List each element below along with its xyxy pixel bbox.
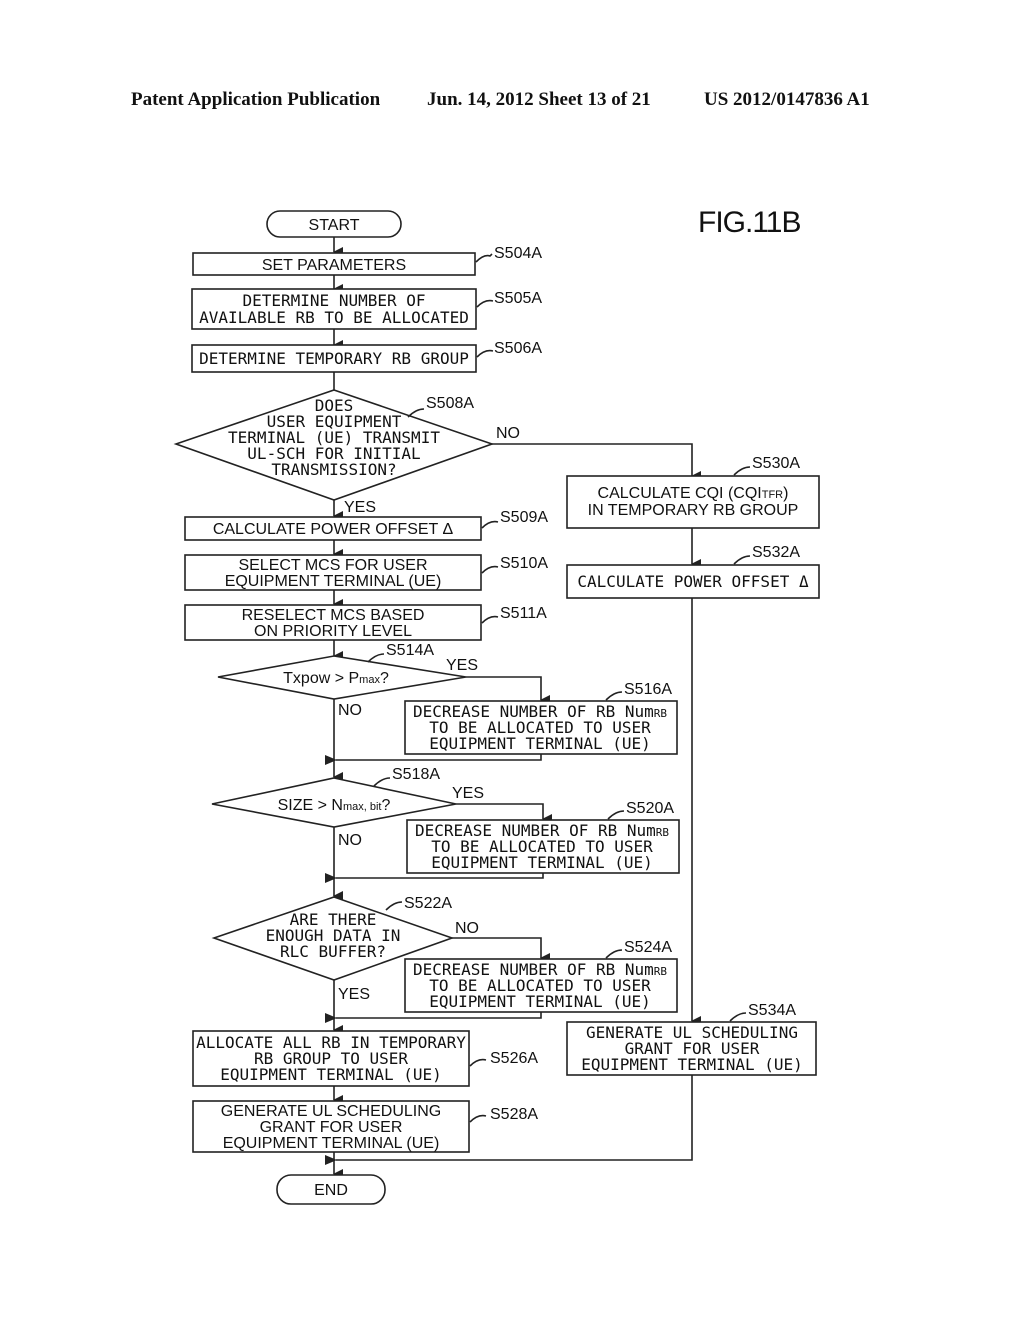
decision-s508a: DOES USER EQUIPMENT TERMINAL (UE) TRANSM… xyxy=(173,389,520,516)
callout-s516a xyxy=(605,691,623,701)
step-s511a-id: S511A xyxy=(500,605,547,622)
decision-s508a-id: S508A xyxy=(426,395,474,412)
decision-s522a-line3: RLC BUFFER? xyxy=(280,942,386,961)
step-s504a-text: SET PARAMETERS xyxy=(262,257,406,274)
step-s506a: DETERMINE TEMPORARY RB GROUP S506A xyxy=(191,340,542,373)
callout-s528a xyxy=(469,1114,487,1123)
callout-s504a xyxy=(475,253,493,263)
step-s511a-line2: ON PRIORITY LEVEL xyxy=(254,623,412,640)
step-s510a-line2: EQUIPMENT TERMINAL (UE) xyxy=(225,573,442,590)
step-s534a-line3: EQUIPMENT TERMINAL (UE) xyxy=(581,1055,803,1074)
step-s528a-line3: EQUIPMENT TERMINAL (UE) xyxy=(223,1135,440,1152)
arrow-s516a-return xyxy=(325,754,542,765)
decision-s518a-id: S518A xyxy=(392,766,440,783)
step-s530a: CALCULATE CQI (CQITFR) IN TEMPORARY RB G… xyxy=(566,455,820,529)
start-terminal: START xyxy=(266,210,402,238)
step-s509a-id: S509A xyxy=(500,509,548,526)
decision-s522a-yes-label: YES xyxy=(338,986,370,1003)
step-s526a-line3: EQUIPMENT TERMINAL (UE) xyxy=(220,1065,442,1084)
step-s528a: GENERATE UL SCHEDULING GRANT FOR USER EQ… xyxy=(192,1100,538,1153)
end-terminal: END xyxy=(276,1174,386,1205)
step-s520a-line3: EQUIPMENT TERMINAL (UE) xyxy=(431,853,653,872)
decision-s518a-no-label: NO xyxy=(338,832,362,849)
step-s528a-id: S528A xyxy=(490,1106,538,1123)
step-s530a-line1: CALCULATE CQI (CQITFR) xyxy=(598,485,789,502)
callout-s530a xyxy=(733,466,751,476)
callout-s520a xyxy=(607,810,625,820)
callout-s526a xyxy=(469,1058,487,1067)
step-s524a-line3: EQUIPMENT TERMINAL (UE) xyxy=(429,992,651,1011)
decision-s514a-id: S514A xyxy=(386,642,434,659)
step-s505a-id: S505A xyxy=(494,290,542,307)
step-s532a-id: S532A xyxy=(752,544,800,561)
decision-s508a-line5: TRANSMISSION? xyxy=(271,460,396,479)
arrow-s522a-no xyxy=(452,937,550,963)
callout-s518a xyxy=(373,777,391,787)
step-s504a: SET PARAMETERS S504A xyxy=(192,245,542,276)
step-s532a: CALCULATE POWER OFFSET Δ S532A xyxy=(566,544,820,599)
step-s510a-line1: SELECT MCS FOR USER xyxy=(238,557,427,574)
decision-s508a-yes-label: YES xyxy=(344,499,376,516)
end-label: END xyxy=(314,1182,348,1199)
decision-s522a-id: S522A xyxy=(404,895,452,912)
step-s505a-line2: AVAILABLE RB TO BE ALLOCATED xyxy=(199,308,469,327)
step-s511a-line1: RESELECT MCS BASED xyxy=(242,607,425,624)
step-s510a-id: S510A xyxy=(500,555,548,572)
step-s505a: DETERMINE NUMBER OF AVAILABLE RB TO BE A… xyxy=(191,288,542,330)
arrow-s508a-no xyxy=(492,443,701,481)
callout-s508a xyxy=(407,408,425,418)
callout-s510a xyxy=(481,565,499,574)
decision-s518a-yes-label: YES xyxy=(452,785,484,802)
arrow-s524a-return xyxy=(325,1012,542,1023)
step-s526a: ALLOCATE ALL RB IN TEMPORARY RB GROUP TO… xyxy=(192,1030,538,1087)
step-s524a-id: S524A xyxy=(624,939,672,956)
arrow-s514a-yes xyxy=(466,676,550,705)
callout-s532a xyxy=(733,555,751,565)
arrow-s518a-yes xyxy=(456,803,552,824)
step-s530a-id: S530A xyxy=(752,455,800,472)
callout-s514a xyxy=(367,653,385,663)
decision-s514a-no-label: NO xyxy=(338,702,362,719)
step-s510a: SELECT MCS FOR USER EQUIPMENT TERMINAL (… xyxy=(184,554,548,591)
decision-s514a-yes-label: YES xyxy=(446,657,478,674)
callout-s511a xyxy=(481,615,499,624)
step-s528a-line1: GENERATE UL SCHEDULING xyxy=(221,1103,441,1120)
callout-s506a xyxy=(476,349,494,358)
callout-s509a xyxy=(481,520,499,529)
step-s506a-text: DETERMINE TEMPORARY RB GROUP xyxy=(199,349,469,368)
step-s532a-text: CALCULATE POWER OFFSET Δ xyxy=(577,572,809,591)
step-s504a-id: S504A xyxy=(494,245,542,262)
callout-s505a xyxy=(476,299,494,308)
step-s506a-id: S506A xyxy=(494,340,542,357)
step-s520a-id: S520A xyxy=(626,800,674,817)
callout-s522a xyxy=(385,901,403,911)
step-s528a-line2: GRANT FOR USER xyxy=(260,1119,403,1136)
step-s516a-line3: EQUIPMENT TERMINAL (UE) xyxy=(429,734,651,753)
step-s534a-id: S534A xyxy=(748,1002,796,1019)
step-s530a-line2: IN TEMPORARY RB GROUP xyxy=(588,502,799,519)
step-s511a: RESELECT MCS BASED ON PRIORITY LEVEL S51… xyxy=(184,604,547,641)
callout-s534a xyxy=(729,1012,747,1022)
step-s509a-text: CALCULATE POWER OFFSET Δ xyxy=(213,521,454,538)
start-label: START xyxy=(309,217,360,234)
decision-s508a-no-label: NO xyxy=(496,425,520,442)
flowchart: START SET PARAMETERS S504A DETERMINE NUM… xyxy=(173,210,820,1205)
callout-s524a xyxy=(605,949,623,959)
decision-s522a-no-label: NO xyxy=(455,920,479,937)
step-s516a-id: S516A xyxy=(624,681,672,698)
step-s526a-id: S526A xyxy=(490,1050,538,1067)
